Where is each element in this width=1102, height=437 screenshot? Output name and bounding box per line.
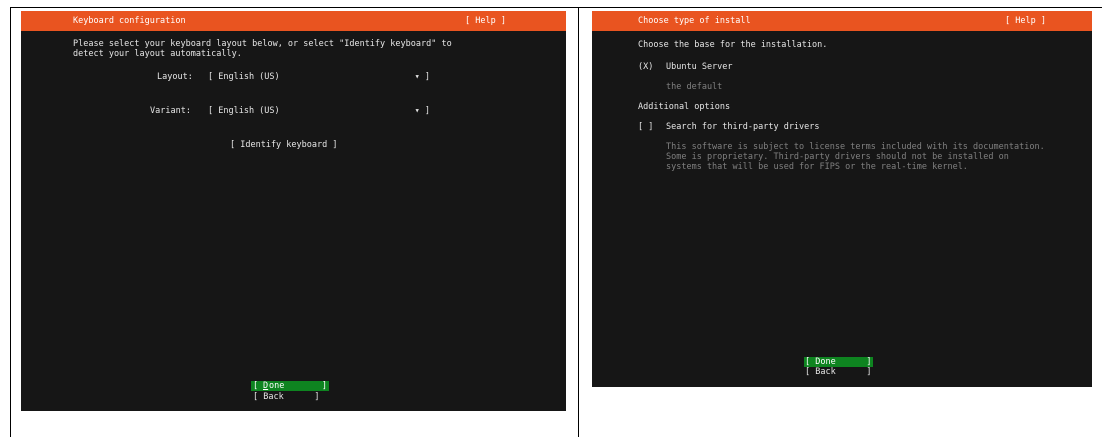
- table-border-middle: [578, 7, 579, 437]
- identify-keyboard-button[interactable]: [ Identify keyboard ]: [230, 140, 337, 150]
- keyboard-config-titlebar: Keyboard configuration [ Help ]: [21, 11, 566, 31]
- help-button[interactable]: [ Help ]: [1005, 16, 1046, 26]
- ubuntu-server-description: the default: [666, 82, 723, 92]
- screen-title: Choose type of install: [638, 16, 751, 26]
- third-party-drivers-option[interactable]: [ ] Search for third-party drivers: [638, 122, 838, 132]
- chevron-down-icon: ▾ ]: [414, 72, 430, 82]
- screen-title: Keyboard configuration: [73, 16, 186, 26]
- layout-label: Layout:: [157, 72, 193, 82]
- back-button[interactable]: [ Back ]: [805, 367, 872, 377]
- ubuntu-server-label: Ubuntu Server: [666, 62, 733, 72]
- help-button[interactable]: [ Help ]: [465, 16, 506, 26]
- done-button-close: ]: [321, 381, 327, 391]
- done-button[interactable]: [ Done]: [251, 381, 329, 391]
- table-border-left: [10, 7, 11, 437]
- done-button[interactable]: [ Done ]: [804, 357, 873, 367]
- done-button-open: [: [253, 381, 264, 391]
- variant-label: Variant:: [150, 106, 191, 116]
- drivers-description-line-1: This software is subject to license term…: [666, 142, 1045, 152]
- done-button-mnemonic: D: [263, 381, 269, 391]
- radio-selected-icon: (X): [638, 62, 654, 72]
- layout-select[interactable]: [ English (US) ▾ ]: [208, 72, 430, 82]
- base-heading: Choose the base for the installation.: [638, 40, 828, 50]
- ubuntu-server-option[interactable]: (X) Ubuntu Server: [638, 62, 758, 72]
- third-party-drivers-label: Search for third-party drivers: [666, 122, 820, 132]
- variant-select[interactable]: [ English (US) ▾ ]: [208, 106, 430, 116]
- chevron-down-icon: ▾ ]: [414, 106, 430, 116]
- checkbox-unchecked-icon: [ ]: [638, 122, 654, 132]
- variant-select-value: [ English (US): [208, 106, 280, 116]
- install-type-titlebar: Choose type of install [ Help ]: [592, 11, 1092, 31]
- table-border-top: [10, 7, 1102, 8]
- keyboard-config-screen: Keyboard configuration [ Help ] Please s…: [21, 11, 566, 411]
- drivers-description-line-2: Some is proprietary. Third-party drivers…: [666, 152, 1009, 162]
- additional-options-heading: Additional options: [638, 102, 731, 112]
- instructions-line-2: detect your layout automatically.: [73, 49, 242, 59]
- back-button[interactable]: [ Back ]: [253, 392, 320, 402]
- layout-select-value: [ English (US): [208, 72, 280, 82]
- install-type-screen: Choose type of install [ Help ] Choose t…: [592, 11, 1092, 387]
- drivers-description-line-3: systems that will be used for FIPS or th…: [666, 162, 968, 172]
- instructions-line-1: Please select your keyboard layout below…: [73, 39, 452, 49]
- done-button-rest: one: [269, 381, 285, 391]
